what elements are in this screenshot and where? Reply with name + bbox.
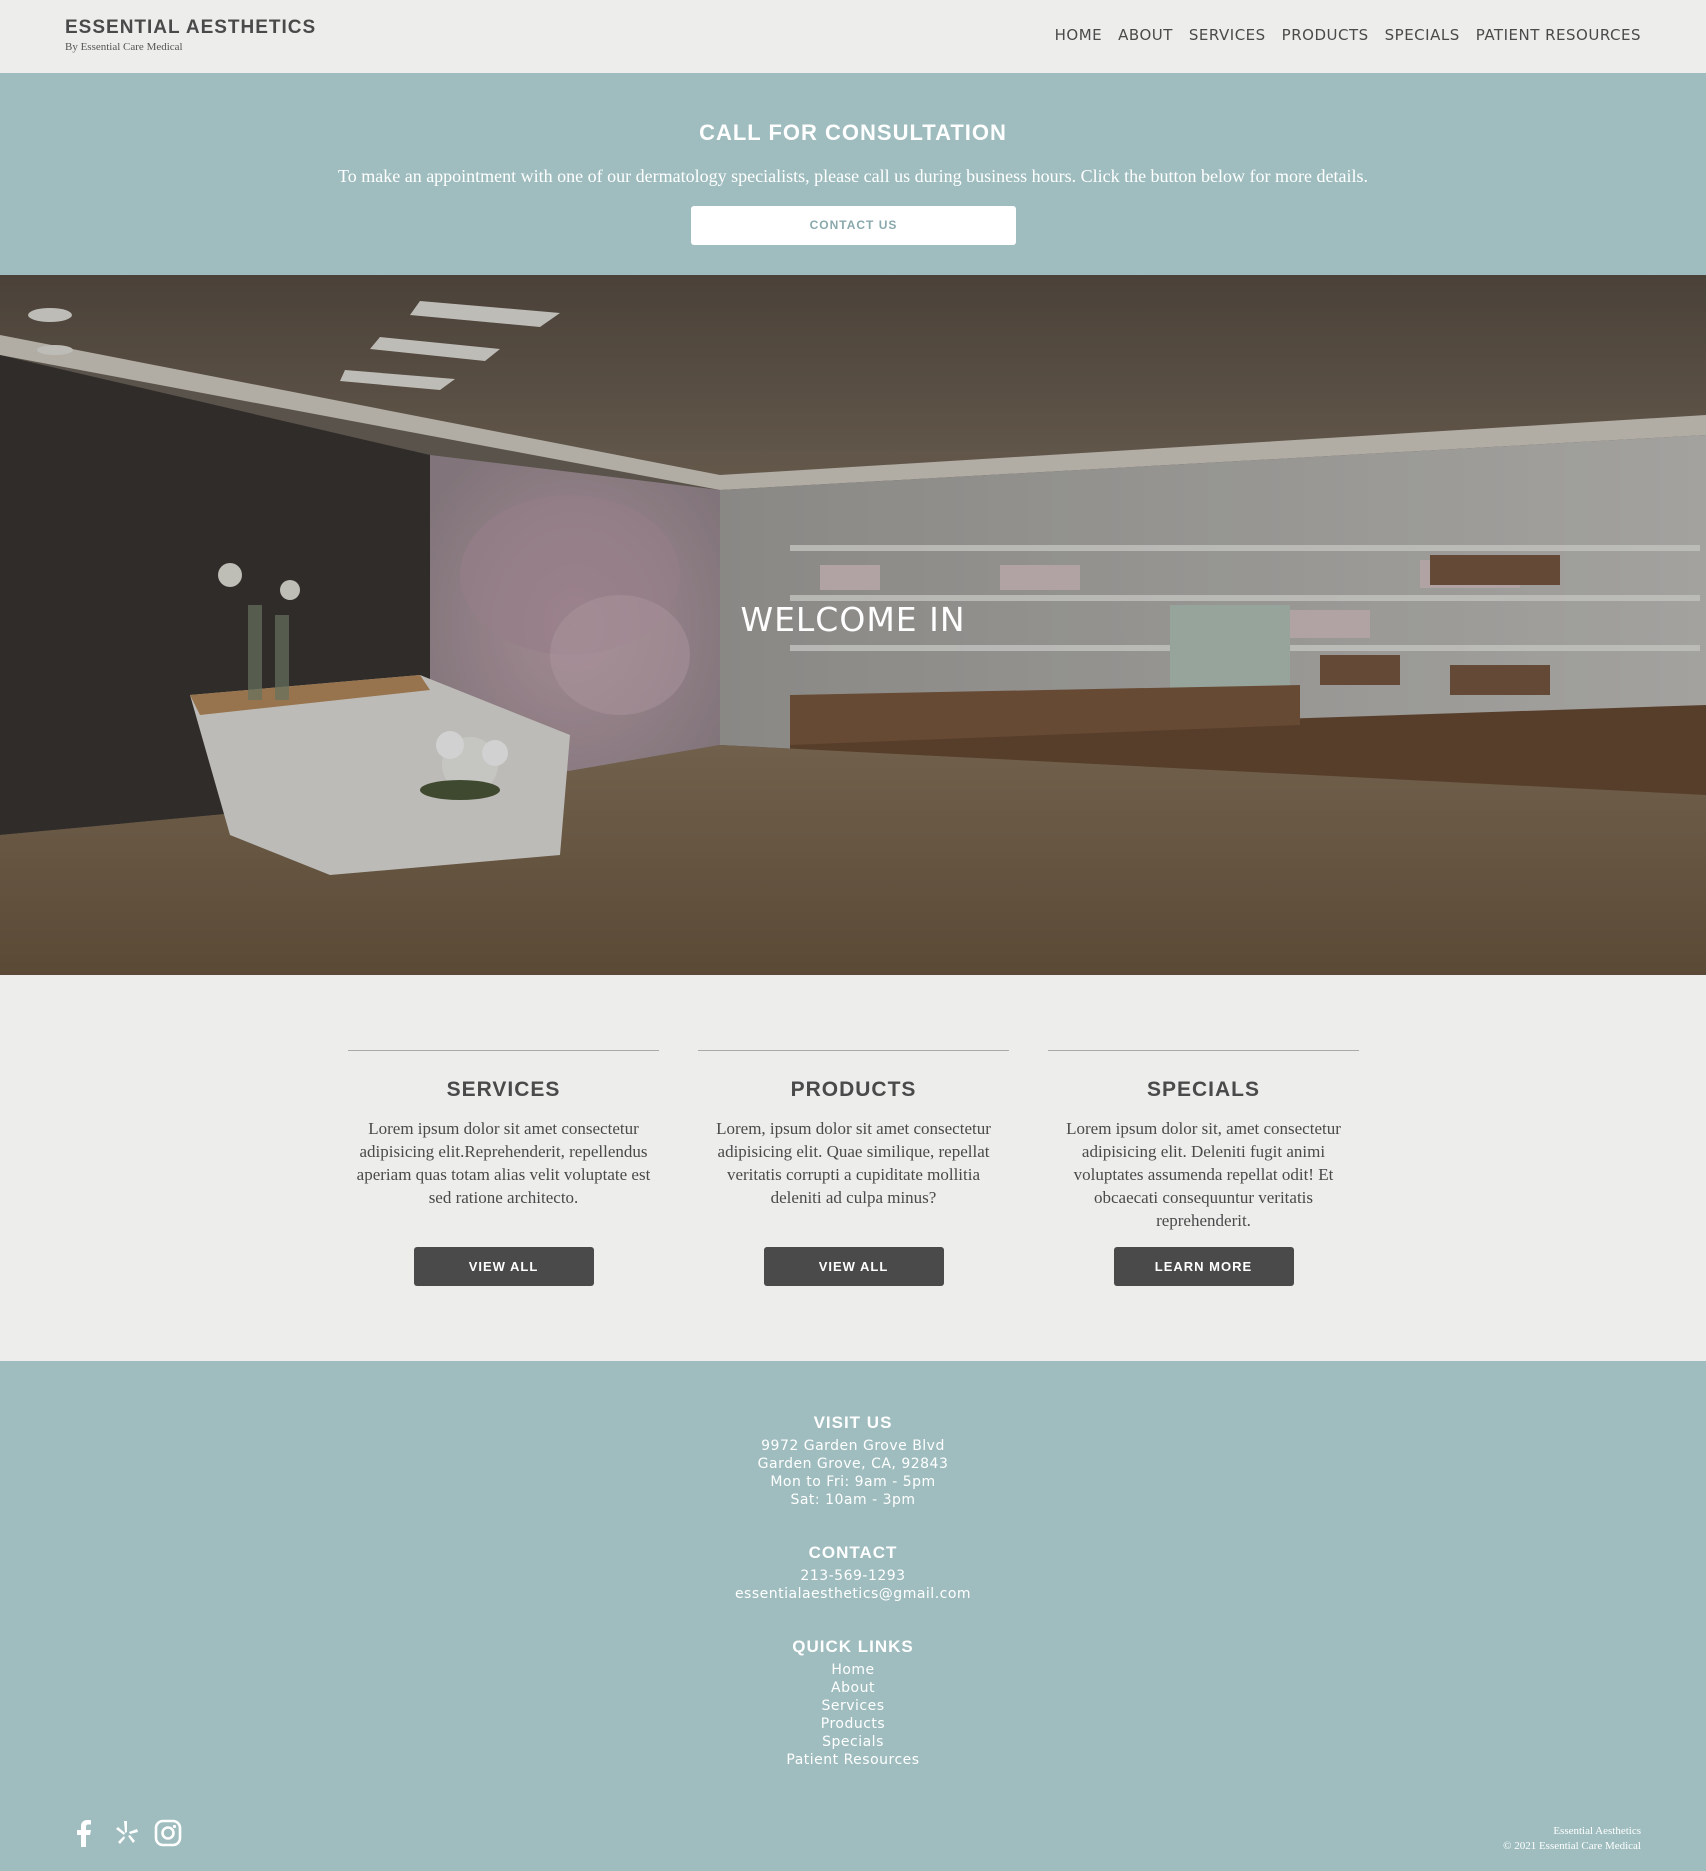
contact-phone-link[interactable]: 213-569-1293 xyxy=(0,1567,1706,1585)
contact-us-button[interactable]: CONTACT US xyxy=(691,206,1016,245)
site-header: ESSENTIAL AESTHETICS By Essential Care M… xyxy=(0,0,1706,73)
contact-title: CONTACT xyxy=(808,1543,898,1562)
address-line-2: Garden Grove, CA, 92843 xyxy=(757,1456,949,1472)
products-card-text: Lorem, ipsum dolor sit amet consectetur … xyxy=(716,1119,991,1207)
brand-title: ESSENTIAL AESTHETICS xyxy=(65,17,317,38)
nav-patient-resources[interactable]: PATIENT RESOURCES xyxy=(1476,26,1641,44)
specials-card: SPECIALS Lorem ipsum dolor sit, amet con… xyxy=(1048,1050,1359,1286)
consultation-banner: CALL FOR CONSULTATION To make an appoint… xyxy=(0,73,1706,275)
yelp-icon[interactable] xyxy=(112,1819,140,1847)
hours-saturday: Sat: 10am - 3pm xyxy=(790,1492,916,1508)
quick-link-about[interactable]: About xyxy=(0,1679,1706,1697)
instagram-icon[interactable] xyxy=(154,1819,182,1847)
consultation-text: To make an appointment with one of our d… xyxy=(337,166,1369,186)
footer-contact: CONTACT 213-569-1293 essentialaesthetics… xyxy=(0,1543,1706,1603)
copyright-name: Essential Aesthetics xyxy=(1553,1825,1641,1837)
nav-about[interactable]: ABOUT xyxy=(1118,26,1173,44)
nav-services[interactable]: SERVICES xyxy=(1189,26,1266,44)
feature-cards: SERVICES Lorem ipsum dolor sit amet cons… xyxy=(0,975,1706,1361)
services-card: SERVICES Lorem ipsum dolor sit amet cons… xyxy=(348,1050,659,1286)
products-view-all-button[interactable]: VIEW ALL xyxy=(763,1247,944,1286)
nav-specials[interactable]: SPECIALS xyxy=(1385,26,1460,44)
nav-products[interactable]: PRODUCTS xyxy=(1282,26,1369,44)
social-links xyxy=(70,1819,182,1847)
specials-card-title: SPECIALS xyxy=(1146,1078,1261,1101)
quick-link-services[interactable]: Services xyxy=(0,1697,1706,1715)
hours-weekday: Mon to Fri: 9am - 5pm xyxy=(770,1474,936,1490)
services-view-all-button[interactable]: VIEW ALL xyxy=(413,1247,594,1286)
visit-us-title: VISIT US xyxy=(813,1413,893,1432)
nav-home[interactable]: HOME xyxy=(1055,26,1103,44)
site-footer: VISIT US 9972 Garden Grove Blvd Garden G… xyxy=(0,1361,1706,1871)
quick-link-products[interactable]: Products xyxy=(0,1715,1706,1733)
hero-title: WELCOME IN xyxy=(740,600,966,639)
quick-links-title: QUICK LINKS xyxy=(792,1637,914,1656)
quick-link-home[interactable]: Home xyxy=(0,1661,1706,1679)
footer-visit-us: VISIT US 9972 Garden Grove Blvd Garden G… xyxy=(0,1413,1706,1509)
main-nav: HOME ABOUT SERVICES PRODUCTS SPECIALS PA… xyxy=(1055,26,1641,44)
specials-card-text: Lorem ipsum dolor sit, amet consectetur … xyxy=(1066,1119,1341,1230)
brand-subtitle: By Essential Care Medical xyxy=(65,41,183,53)
facebook-icon[interactable] xyxy=(70,1819,98,1847)
services-card-title: SERVICES xyxy=(446,1078,561,1101)
consultation-title: CALL FOR CONSULTATION xyxy=(699,120,1007,145)
footer-quick-links: QUICK LINKS Home About Services Products… xyxy=(0,1637,1706,1769)
copyright-line: © 2021 Essential Care Medical xyxy=(1503,1840,1641,1852)
specials-learn-more-button[interactable]: LEARN MORE xyxy=(1113,1247,1294,1286)
quick-link-patient-resources[interactable]: Patient Resources xyxy=(0,1751,1706,1769)
hero-banner: WELCOME IN xyxy=(0,275,1706,975)
contact-email-link[interactable]: essentialaesthetics@gmail.com xyxy=(0,1585,1706,1603)
copyright: Essential Aesthetics © 2021 Essential Ca… xyxy=(1503,1824,1641,1854)
quick-link-specials[interactable]: Specials xyxy=(0,1733,1706,1751)
brand-logo[interactable]: ESSENTIAL AESTHETICS By Essential Care M… xyxy=(65,17,316,53)
products-card: PRODUCTS Lorem, ipsum dolor sit amet con… xyxy=(698,1050,1009,1286)
services-card-text: Lorem ipsum dolor sit amet consectetur a… xyxy=(356,1119,651,1207)
address-line-1: 9972 Garden Grove Blvd xyxy=(761,1438,945,1454)
products-card-title: PRODUCTS xyxy=(790,1078,917,1101)
